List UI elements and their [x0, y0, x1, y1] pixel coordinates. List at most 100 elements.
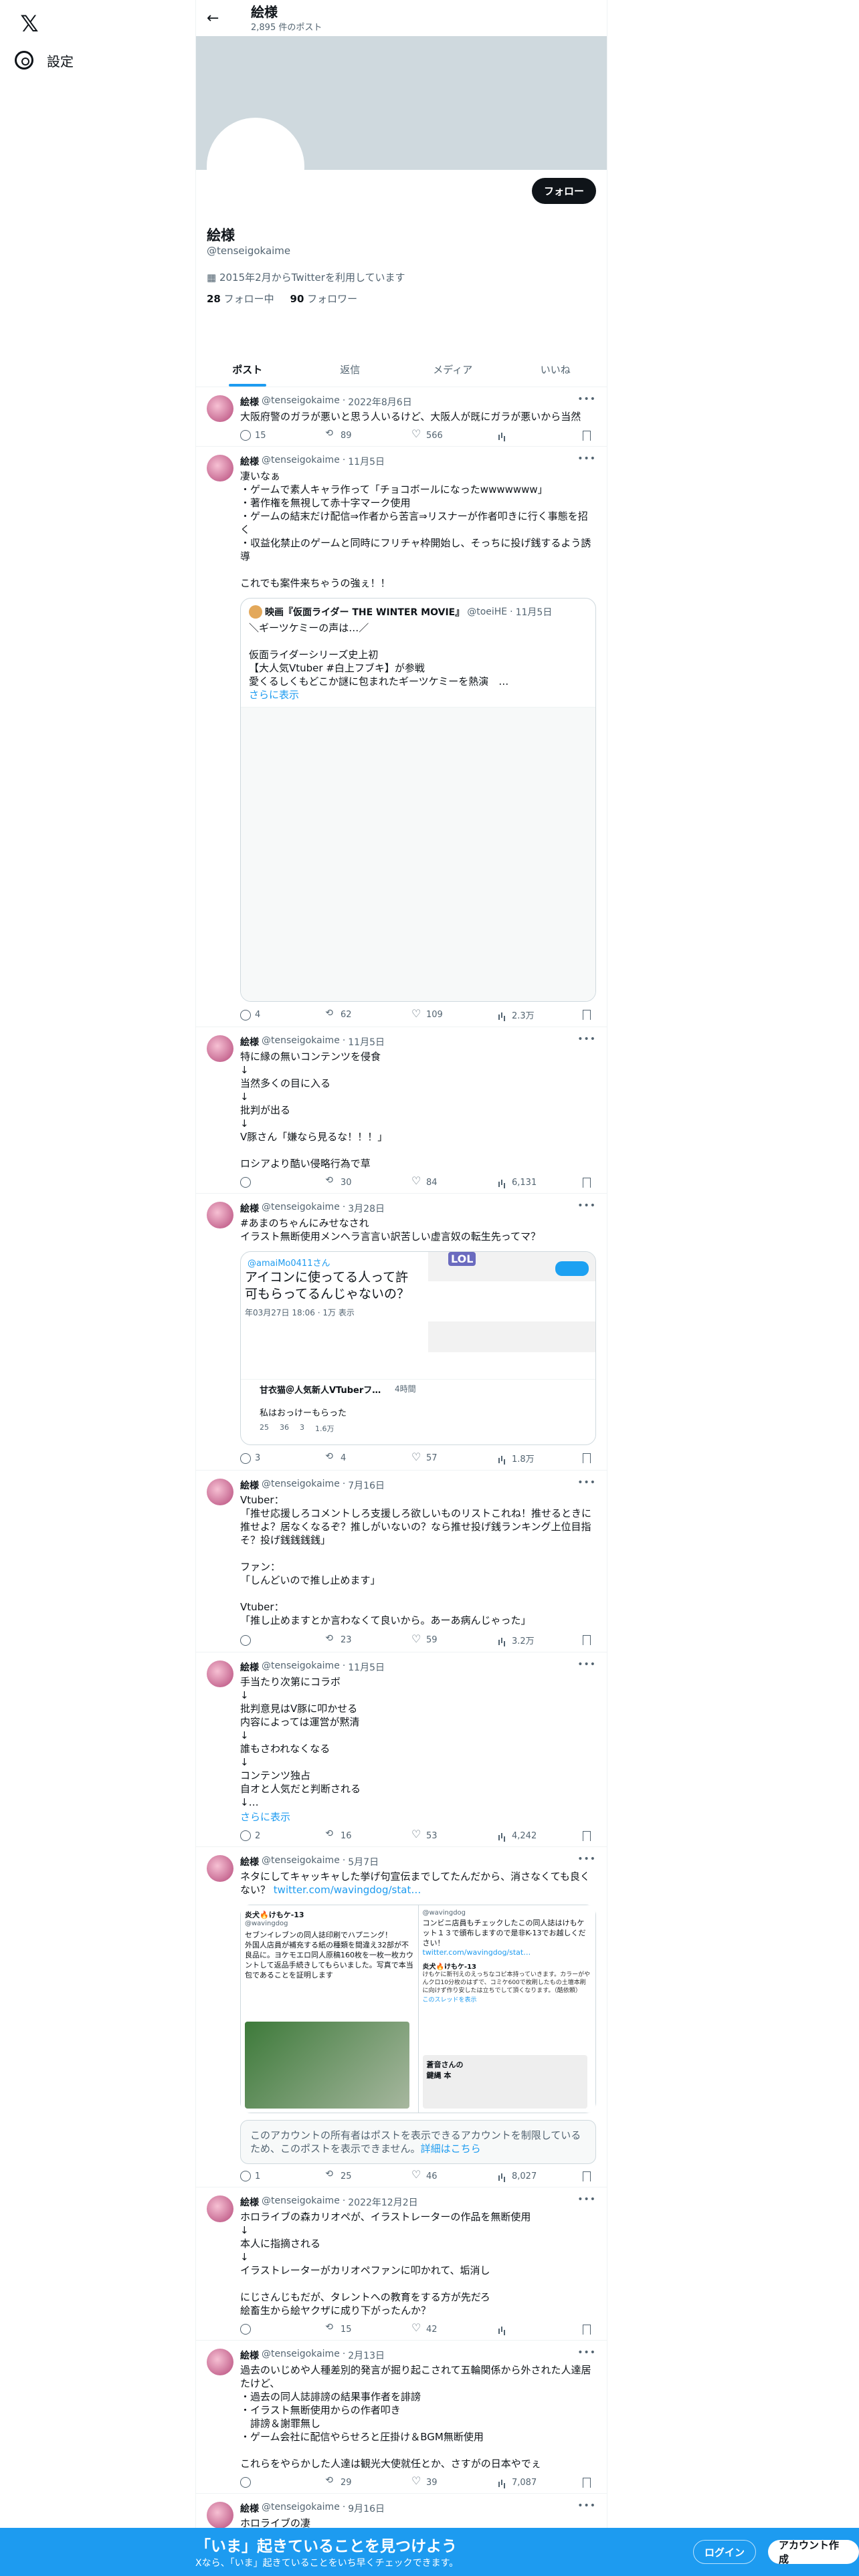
tab-likes[interactable]: いいね: [504, 352, 607, 387]
bookmark-button[interactable]: [583, 2477, 593, 2488]
tweet-avatar[interactable]: [207, 1660, 233, 1687]
tweet-handle[interactable]: @tenseigokaime: [262, 2349, 340, 2362]
tweet-avatar[interactable]: [207, 395, 233, 422]
reply-button[interactable]: [240, 1177, 280, 1188]
reply-button[interactable]: 1: [240, 2171, 280, 2181]
retweet-button[interactable]: 30: [326, 1175, 366, 1188]
like-button[interactable]: 59: [411, 1632, 452, 1646]
tweet-handle[interactable]: @tenseigokaime: [262, 1035, 340, 1049]
learn-more-link[interactable]: 詳細はこちら: [421, 2143, 481, 2155]
retweet-button[interactable]: 29: [326, 2475, 366, 2488]
tweet-handle[interactable]: @tenseigokaime: [262, 1202, 340, 1215]
tweet-avatar[interactable]: [207, 2502, 233, 2529]
tweet-author-name[interactable]: 絵様: [240, 455, 259, 468]
tweet-avatar[interactable]: [207, 2195, 233, 2222]
retweet-button[interactable]: 23: [326, 1633, 366, 1646]
retweet-button[interactable]: 15: [326, 2322, 366, 2335]
tweet[interactable]: 絵様 @tenseigokaime · 11月5日 手当たり次第にコラボ ↓ 批判意見…: [196, 1652, 607, 1847]
tweet-author-name[interactable]: 絵様: [240, 2349, 259, 2362]
tweet-date[interactable]: 2022年8月6日: [348, 395, 411, 409]
tweet-handle[interactable]: @tenseigokaime: [262, 455, 340, 468]
reply-button[interactable]: 4: [240, 1008, 280, 1021]
followers-link[interactable]: 90 フォロワー: [290, 293, 358, 305]
tweet-date[interactable]: 11月5日: [348, 1660, 385, 1674]
tab-replies[interactable]: 返信: [299, 352, 402, 387]
bookmark-button[interactable]: [583, 2171, 593, 2181]
more-icon[interactable]: •••: [577, 2500, 596, 2511]
show-more-link[interactable]: さらに表示: [241, 688, 595, 707]
tweet-date[interactable]: 11月5日: [348, 1035, 385, 1049]
like-button[interactable]: 46: [411, 2168, 452, 2181]
tweet-handle[interactable]: @tenseigokaime: [262, 1479, 340, 1492]
profile-avatar[interactable]: [207, 118, 304, 215]
bookmark-button[interactable]: [583, 1634, 593, 1646]
more-icon[interactable]: •••: [577, 1200, 596, 1211]
views-button[interactable]: [497, 430, 537, 441]
tweet-date[interactable]: 7月16日: [348, 1479, 385, 1492]
tweet-avatar[interactable]: [207, 1479, 233, 1505]
views-button[interactable]: 4,242: [497, 1830, 537, 1841]
x-logo-icon[interactable]: 𝕏: [15, 9, 44, 39]
tweet-author-name[interactable]: 絵様: [240, 1479, 259, 1492]
more-icon[interactable]: •••: [577, 1854, 596, 1864]
more-icon[interactable]: •••: [577, 2194, 596, 2205]
tweet-avatar[interactable]: [207, 1035, 233, 1062]
tweet-handle[interactable]: @tenseigokaime: [262, 2502, 340, 2515]
retweet-button[interactable]: 4: [326, 1451, 366, 1465]
bookmark-button[interactable]: [583, 1452, 593, 1465]
reply-button[interactable]: [240, 2324, 280, 2335]
more-icon[interactable]: •••: [577, 453, 596, 464]
tweet-author-name[interactable]: 絵様: [240, 395, 259, 409]
tweet-date[interactable]: 9月16日: [348, 2502, 385, 2515]
tweet-author-name[interactable]: 絵様: [240, 1660, 259, 1674]
right-image-card[interactable]: @wavingdog コンビニ店員もチェックしたこの同人誌はけもケット１３で頒布…: [418, 1905, 596, 2113]
reply-button[interactable]: 3: [240, 1452, 280, 1465]
views-button[interactable]: 3.2万: [497, 1634, 537, 1646]
bookmark-button[interactable]: [583, 2324, 593, 2335]
quote-tweet[interactable]: 映画『仮面ライダー THE WINTER MOVIE』 @toeiHE · 11月5日…: [240, 598, 596, 1002]
like-button[interactable]: 109: [411, 1007, 452, 1021]
views-button[interactable]: 1.8万: [497, 1452, 537, 1465]
tweet-handle[interactable]: @tenseigokaime: [262, 2195, 340, 2209]
tweet-avatar[interactable]: [207, 1855, 233, 1882]
tweet[interactable]: 絵様 @tenseigokaime · 2022年12月2日 ホロライブの森カリオペが…: [196, 2187, 607, 2341]
bookmark-button[interactable]: [583, 1008, 593, 1021]
views-button[interactable]: 2.3万: [497, 1008, 537, 1021]
more-icon[interactable]: •••: [577, 2347, 596, 2358]
tweet[interactable]: 絵様 @tenseigokaime · 11月5日 凄いなぁ ・ゲームで素人キャラ作っ…: [196, 447, 607, 1027]
quote-media[interactable]: [241, 707, 595, 1001]
retweet-button[interactable]: 25: [326, 2169, 366, 2181]
tweet-author-name[interactable]: 絵様: [240, 1855, 259, 1868]
retweet-button[interactable]: 16: [326, 1828, 366, 1841]
tweet[interactable]: 絵様 @tenseigokaime · 2月13日 過去のいじめや人種差別的発言が掘り…: [196, 2341, 607, 2494]
tweet-media-image[interactable]: @amaiMo0411さん アイコンに使ってる人って許可もらってるんじゃないの？…: [240, 1251, 596, 1445]
tweet-avatar[interactable]: [207, 455, 233, 481]
like-button[interactable]: 39: [411, 2474, 452, 2488]
more-icon[interactable]: •••: [577, 1477, 596, 1488]
bookmark-button[interactable]: [583, 1177, 593, 1188]
login-button[interactable]: ログイン: [693, 2540, 757, 2564]
reply-button[interactable]: [240, 2477, 280, 2488]
like-button[interactable]: 566: [411, 427, 452, 441]
tweet[interactable]: 絵様 @tenseigokaime · 11月5日 特に縁の無いコンテンツを侵食 ↓ …: [196, 1027, 607, 1194]
tweet[interactable]: 絵様 @tenseigokaime · 3月28日 #あまのちゃんにみせなされ イラス…: [196, 1194, 607, 1471]
more-icon[interactable]: •••: [577, 1659, 596, 1670]
retweet-button[interactable]: 62: [326, 1008, 366, 1021]
reply-button[interactable]: 2: [240, 1830, 280, 1841]
tweet-author-name[interactable]: 絵様: [240, 2502, 259, 2515]
tweet-link[interactable]: twitter.com/wavingdog/stat…: [274, 1884, 421, 1896]
tweet-handle[interactable]: @tenseigokaime: [262, 1855, 340, 1868]
left-image-card[interactable]: 炎犬🔥けもケ-13 @wavingdog セブンイレブンの同人誌印刷でハプニング…: [240, 1905, 419, 2113]
tweet-author-name[interactable]: 絵様: [240, 1035, 259, 1049]
tweet[interactable]: 絵様 @tenseigokaime · 2022年8月6日 大阪府警のガラが悪いと思う…: [196, 387, 607, 447]
bookmark-button[interactable]: [583, 1830, 593, 1841]
tweet-date[interactable]: 11月5日: [348, 455, 385, 468]
tweet-date[interactable]: 5月7日: [348, 1855, 379, 1868]
following-link[interactable]: 28 フォロー中: [207, 293, 274, 305]
tweet-handle[interactable]: @tenseigokaime: [262, 395, 340, 409]
like-button[interactable]: 84: [411, 1174, 452, 1188]
settings-link[interactable]: 設定: [15, 44, 74, 76]
views-button[interactable]: 8,027: [497, 2171, 537, 2181]
tab-media[interactable]: メディア: [401, 352, 504, 387]
tweet-date[interactable]: 2月13日: [348, 2349, 385, 2362]
